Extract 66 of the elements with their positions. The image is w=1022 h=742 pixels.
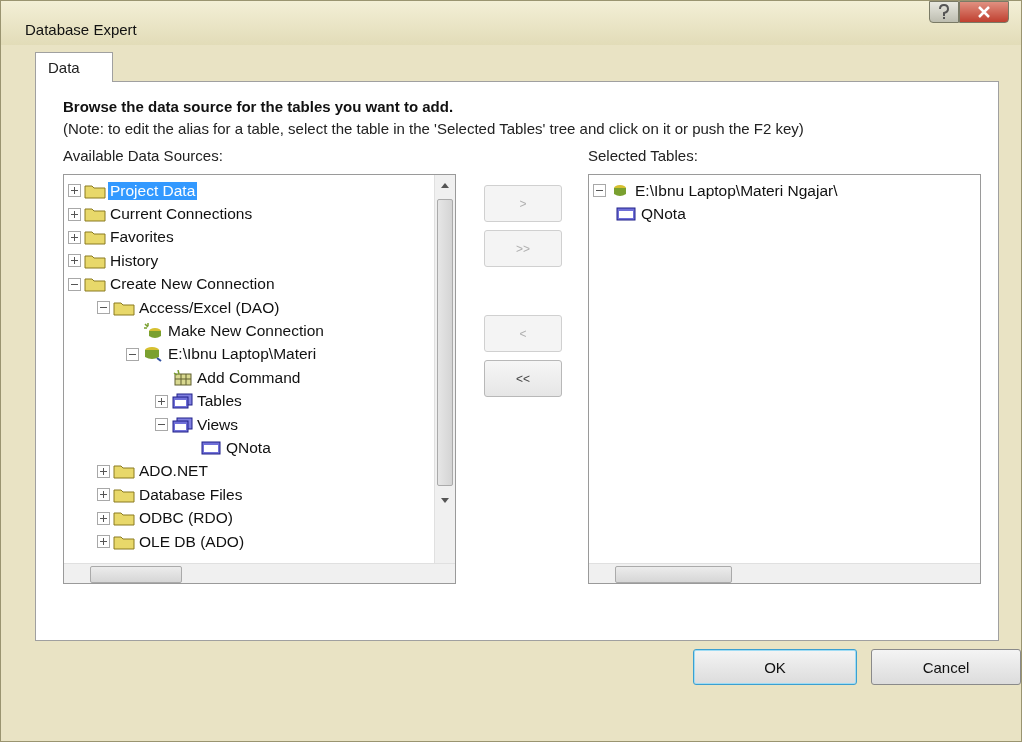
window-stack-icon — [171, 416, 193, 433]
tree-item[interactable]: ADO.NET — [137, 462, 210, 481]
heading-text: Browse the data source for the tables you want to add. — [63, 98, 455, 115]
tree-item[interactable]: QNota — [224, 439, 273, 457]
scroll-up-icon[interactable] — [441, 182, 449, 188]
window-icon — [615, 206, 637, 223]
tree-item[interactable]: OLE DB (ADO) — [137, 532, 247, 551]
available-sources-label: Available Data Sources: — [63, 147, 224, 164]
folder-icon — [84, 229, 106, 246]
help-button[interactable] — [929, 1, 959, 23]
tree-item[interactable]: Database Files — [137, 485, 245, 504]
tree-item[interactable]: Favorites — [108, 228, 176, 247]
expand-icon[interactable] — [155, 394, 168, 408]
tree-item[interactable]: Make New Connection — [166, 322, 326, 341]
collapse-icon[interactable] — [155, 418, 168, 432]
expand-icon[interactable] — [68, 207, 81, 221]
collapse-icon[interactable] — [126, 347, 139, 361]
window-icon — [200, 440, 222, 456]
help-icon — [937, 4, 951, 20]
dialog-button[interactable]: OK — [693, 649, 857, 685]
window-title: Database Expert — [25, 20, 137, 38]
folder-icon — [113, 510, 135, 527]
tree-item[interactable]: Current Connections — [108, 205, 255, 224]
selected-tables-label: Selected Tables: — [588, 147, 699, 164]
note-text: (Note: to edit the alias for a table, select the table in the 'Selected Tables' tree and click on it or push the F2 key) — [63, 119, 805, 139]
folder-icon — [84, 182, 106, 199]
folder-icon — [113, 463, 135, 480]
collapse-icon[interactable] — [97, 301, 110, 315]
tree-item[interactable]: Tables — [195, 392, 244, 411]
folder-icon — [113, 533, 135, 550]
tree-item[interactable]: History — [108, 251, 161, 270]
tree-item[interactable]: E:\Ibnu Laptop\Materi Ngajar\ — [633, 181, 840, 200]
tree-item[interactable]: Add Command — [195, 368, 303, 387]
database-icon — [142, 346, 164, 363]
tree-item[interactable]: Views — [195, 415, 241, 434]
expand-icon[interactable] — [68, 184, 81, 198]
tree-item[interactable]: ODBC (RDO) — [137, 509, 235, 528]
horizontal-scrollbar[interactable] — [64, 563, 455, 583]
expand-icon[interactable] — [97, 464, 110, 478]
expand-icon[interactable] — [68, 254, 81, 268]
window-stack-icon — [171, 393, 193, 410]
folder-icon — [113, 299, 135, 316]
transfer-button[interactable]: << — [484, 360, 562, 397]
dialog-button[interactable]: Cancel — [871, 649, 1021, 685]
close-icon — [977, 6, 991, 18]
horizontal-scrollbar[interactable] — [589, 563, 980, 583]
close-button[interactable] — [959, 1, 1009, 23]
scroll-down-icon[interactable] — [441, 497, 449, 503]
sparkle-database-icon — [142, 323, 164, 340]
expand-icon[interactable] — [68, 230, 81, 244]
grid-star-icon — [171, 369, 193, 386]
tree-item[interactable]: E:\Ibnu Laptop\Materi — [166, 345, 319, 364]
tree-item[interactable]: Create New Connection — [108, 275, 277, 294]
expand-icon[interactable] — [97, 511, 110, 525]
tree-item[interactable]: Access/Excel (DAO) — [137, 298, 282, 317]
expand-icon[interactable] — [97, 488, 110, 502]
folder-icon — [84, 276, 106, 293]
folder-icon — [84, 206, 106, 223]
vertical-scrollbar[interactable] — [434, 175, 455, 563]
collapse-icon[interactable] — [68, 277, 81, 291]
expand-icon[interactable] — [97, 535, 110, 549]
tab[interactable]: Data — [35, 52, 113, 82]
collapse-icon[interactable] — [593, 184, 606, 198]
folder-icon — [84, 252, 106, 269]
tree-item[interactable]: QNota — [639, 205, 688, 224]
folder-icon — [113, 486, 135, 503]
